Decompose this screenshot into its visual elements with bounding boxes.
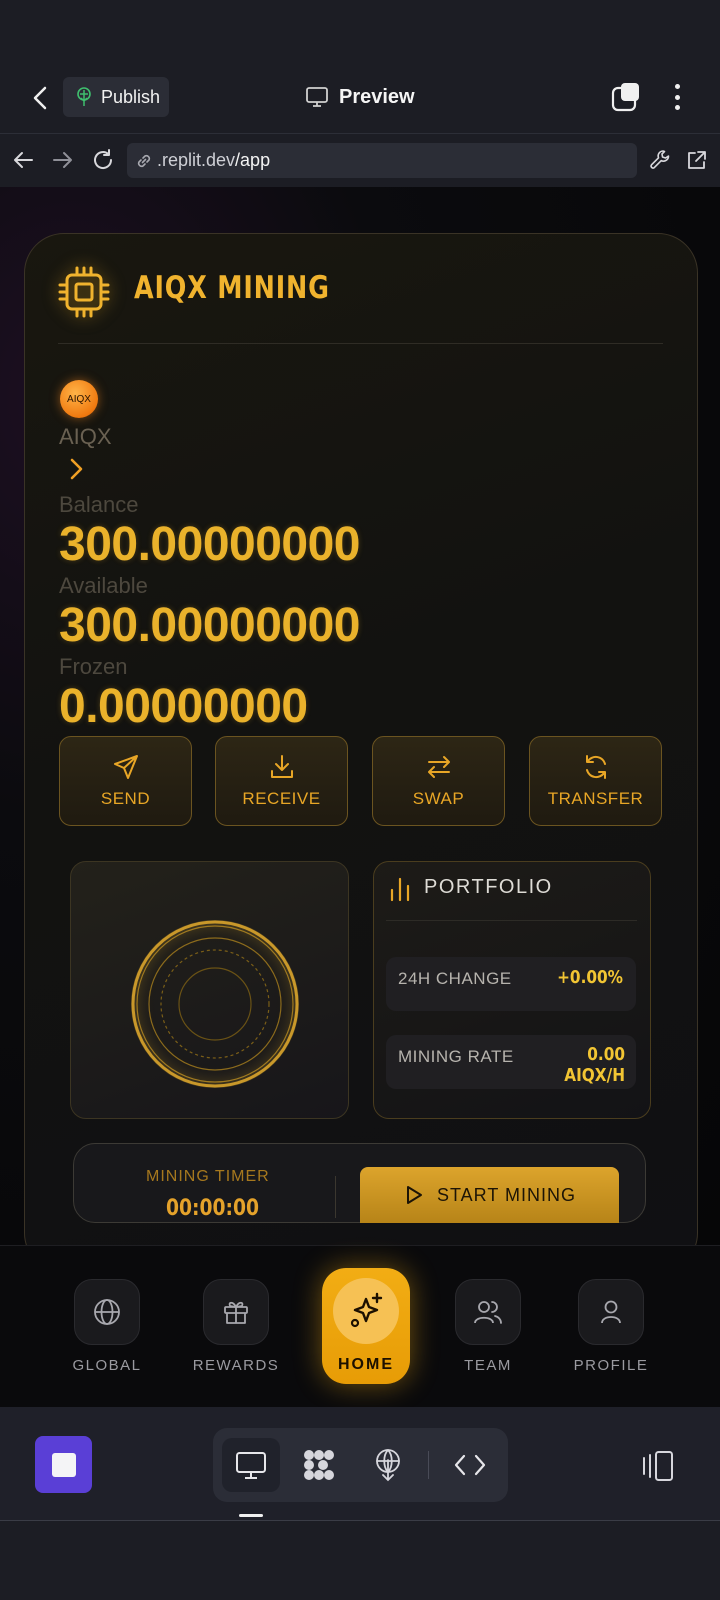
browser-forward-button[interactable] bbox=[48, 145, 78, 175]
nav-rewards[interactable]: REWARDS bbox=[193, 1279, 278, 1374]
reload-icon bbox=[94, 149, 113, 169]
nav-team-label: TEAM bbox=[464, 1357, 512, 1374]
url-field[interactable]: .replit.dev/app bbox=[127, 143, 637, 178]
receive-button[interactable]: RECEIVE bbox=[215, 736, 348, 826]
nav-profile-circle bbox=[578, 1279, 644, 1345]
preview-title: Preview bbox=[305, 80, 415, 114]
bar-chart-icon bbox=[390, 877, 410, 902]
back-button[interactable] bbox=[24, 82, 56, 114]
nav-profile-label: PROFILE bbox=[573, 1357, 649, 1374]
rate-value: 0.00 AIQX/H bbox=[564, 1044, 625, 1086]
nav-global-circle bbox=[74, 1279, 140, 1345]
preview-tool-button[interactable] bbox=[231, 1445, 271, 1485]
panels-icon[interactable] bbox=[640, 1448, 676, 1484]
users-icon bbox=[474, 1301, 502, 1324]
tabs-icon[interactable] bbox=[610, 80, 644, 114]
send-icon bbox=[113, 755, 138, 779]
nav-home-circle bbox=[333, 1278, 399, 1344]
user-icon bbox=[601, 1300, 621, 1324]
nav-team[interactable]: TEAM bbox=[448, 1279, 528, 1374]
browser-back-button[interactable] bbox=[8, 145, 38, 175]
devtools-button[interactable] bbox=[645, 145, 675, 175]
nav-profile[interactable]: PROFILE bbox=[571, 1279, 651, 1374]
mining-orb-icon bbox=[131, 920, 299, 1088]
timer-label: MINING TIMER bbox=[146, 1168, 270, 1185]
portfolio-title: PORTFOLIO bbox=[424, 876, 553, 898]
nav-rewards-circle bbox=[203, 1279, 269, 1345]
arrow-left-icon bbox=[14, 152, 33, 168]
preview-label: Preview bbox=[339, 85, 415, 108]
gift-icon bbox=[224, 1301, 248, 1324]
active-tool-indicator bbox=[239, 1514, 263, 1517]
more-options-icon[interactable] bbox=[665, 80, 689, 114]
bottom-blank bbox=[0, 1522, 720, 1600]
timer-separator bbox=[335, 1176, 336, 1218]
timer-value: 00:00:00 bbox=[166, 1196, 260, 1221]
link-icon bbox=[137, 154, 151, 167]
swap-label: SWAP bbox=[412, 789, 465, 808]
publish-label: Publish bbox=[101, 86, 161, 107]
workspace-tool-button[interactable] bbox=[299, 1445, 339, 1485]
receive-label: RECEIVE bbox=[242, 789, 321, 808]
nav-rewards-label: REWARDS bbox=[192, 1357, 280, 1374]
tool-separator bbox=[428, 1451, 429, 1479]
chevron-left-icon bbox=[33, 86, 47, 110]
nodes-icon bbox=[304, 1450, 334, 1480]
rate-label: MINING RATE bbox=[398, 1047, 514, 1066]
monitor-icon bbox=[306, 87, 328, 107]
external-link-icon bbox=[688, 151, 706, 169]
header-divider bbox=[58, 343, 663, 344]
frozen-label: Frozen bbox=[59, 654, 128, 679]
swap-icon bbox=[427, 756, 450, 778]
stop-icon bbox=[51, 1452, 76, 1477]
nav-global[interactable]: GLOBAL bbox=[67, 1279, 147, 1374]
wrench-icon bbox=[650, 150, 670, 169]
play-icon bbox=[406, 1186, 422, 1204]
cpu-chip-icon bbox=[58, 266, 110, 318]
reload-button[interactable] bbox=[88, 145, 118, 175]
download-icon bbox=[270, 755, 293, 778]
change-label: 24H CHANGE bbox=[398, 969, 512, 988]
token-logo: AIQX bbox=[60, 380, 98, 418]
nav-home[interactable]: HOME bbox=[322, 1268, 410, 1384]
url-domain: .replit.dev bbox=[157, 150, 236, 170]
publish-icon bbox=[77, 87, 91, 106]
balance-label: Balance bbox=[59, 492, 139, 517]
frozen-value: 0.00000000 bbox=[59, 680, 308, 733]
portfolio-divider bbox=[386, 920, 637, 921]
code-tool-button[interactable] bbox=[450, 1445, 490, 1485]
available-value: 300.00000000 bbox=[59, 599, 360, 652]
url-path: /app bbox=[235, 150, 271, 170]
deploy-tool-button[interactable] bbox=[368, 1445, 408, 1485]
token-name[interactable]: AIQX bbox=[59, 424, 112, 450]
status-area bbox=[0, 0, 720, 60]
code-icon bbox=[454, 1454, 486, 1476]
sparkle-icon bbox=[350, 1292, 383, 1328]
nav-team-circle bbox=[455, 1279, 521, 1345]
transfer-button[interactable]: TRANSFER bbox=[529, 736, 662, 826]
refresh-icon bbox=[585, 755, 606, 779]
chevron-right-icon[interactable] bbox=[66, 456, 86, 482]
send-button[interactable]: SEND bbox=[59, 736, 192, 826]
swap-button[interactable]: SWAP bbox=[372, 736, 505, 826]
nav-home-label: HOME bbox=[338, 1356, 394, 1373]
transfer-label: TRANSFER bbox=[547, 789, 644, 808]
token-logo-text: AIQX bbox=[67, 393, 91, 405]
balance-value: 300.00000000 bbox=[59, 518, 360, 571]
deploy-icon bbox=[376, 1449, 400, 1482]
publish-button[interactable]: Publish bbox=[63, 77, 169, 117]
stop-button[interactable] bbox=[35, 1436, 92, 1493]
monitor-icon bbox=[236, 1452, 266, 1479]
mining-orb-card bbox=[70, 861, 349, 1119]
available-label: Available bbox=[59, 573, 148, 598]
open-external-button[interactable] bbox=[682, 145, 712, 175]
arrow-right-icon bbox=[53, 152, 72, 168]
globe-icon bbox=[94, 1299, 120, 1325]
start-mining-button[interactable]: START MINING bbox=[360, 1167, 619, 1223]
start-mining-label: START MINING bbox=[436, 1184, 576, 1205]
nav-global-label: GLOBAL bbox=[72, 1357, 142, 1374]
change-value: +0.00% bbox=[557, 967, 623, 988]
send-label: SEND bbox=[100, 789, 151, 808]
app-title: AIQX MINING bbox=[134, 270, 330, 306]
